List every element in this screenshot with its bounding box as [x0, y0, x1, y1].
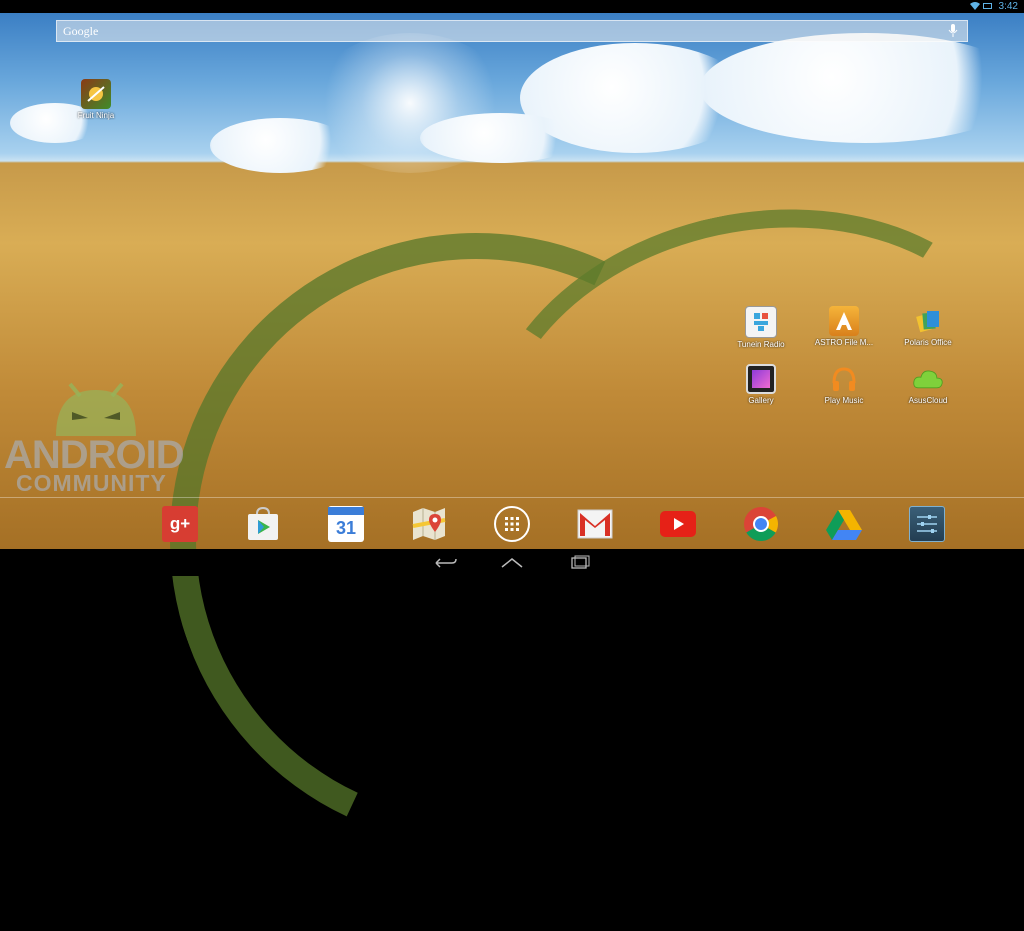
dock-divider	[0, 497, 1024, 498]
chrome-icon[interactable]	[743, 506, 779, 542]
tunein-radio-icon	[745, 306, 777, 338]
cloud	[210, 118, 350, 173]
cloud	[700, 33, 1024, 143]
recents-icon[interactable]	[566, 555, 594, 571]
apps-grid-icon	[505, 517, 519, 531]
search-label: Google	[63, 24, 99, 38]
wifi-icon	[970, 2, 980, 10]
desktop-app-polaris[interactable]: Polaris Office	[893, 306, 963, 347]
mic-icon[interactable]	[947, 24, 959, 38]
fruit-ninja-icon	[81, 79, 111, 109]
battery-icon	[983, 3, 992, 9]
polaris-office-icon	[913, 306, 943, 336]
watermark: ANDROID COMMUNITY	[0, 378, 200, 496]
gmail-icon[interactable]	[577, 506, 613, 542]
back-icon[interactable]	[430, 555, 458, 571]
play-store-icon[interactable]	[245, 506, 281, 542]
desktop-app-label: ASTRO File M...	[814, 338, 874, 347]
all-apps-icon[interactable]	[494, 506, 530, 542]
home-icon[interactable]	[498, 555, 526, 571]
desktop-app-label: Tunein Radio	[737, 340, 785, 349]
desktop-app-play-music[interactable]: Play Music	[809, 364, 879, 405]
settings-icon[interactable]	[909, 506, 945, 542]
desktop-app-fruit-ninja[interactable]: Fruit Ninja	[61, 79, 131, 120]
navigation-bar	[0, 549, 1024, 576]
youtube-icon[interactable]	[660, 506, 696, 542]
calendar-icon[interactable]: 31	[328, 506, 364, 542]
asuscloud-icon	[913, 364, 943, 394]
desktop-app-gallery[interactable]: Gallery	[726, 364, 796, 405]
desktop-app-label: Fruit Ninja	[77, 111, 115, 120]
gallery-icon	[746, 364, 776, 394]
desktop-app-tunein[interactable]: Tunein Radio	[726, 306, 796, 349]
desktop-app-label: Polaris Office	[904, 338, 952, 347]
calendar-header	[328, 507, 364, 515]
astro-file-manager-icon	[829, 306, 859, 336]
drive-icon[interactable]	[826, 506, 862, 542]
desktop-app-label: AsusCloud	[908, 396, 948, 405]
maps-icon[interactable]	[411, 506, 447, 542]
clock: 3:42	[998, 1, 1018, 12]
desktop-app-asuscloud[interactable]: AsusCloud	[893, 364, 963, 405]
desktop-app-label: Gallery	[748, 396, 774, 405]
google-search-bar[interactable]: Google	[56, 20, 968, 42]
status-bar: 3:42	[0, 0, 1024, 13]
play-music-icon	[829, 364, 859, 394]
android-robot-icon	[56, 382, 136, 436]
calendar-date: 31	[335, 518, 357, 538]
cloud	[420, 113, 580, 163]
watermark-line2: COMMUNITY	[16, 470, 167, 496]
google-plus-icon[interactable]: g+	[162, 506, 198, 542]
desktop-app-label: Play Music	[824, 396, 864, 405]
desktop-app-astro[interactable]: ASTRO File M...	[809, 306, 879, 347]
google-plus-glyph: g+	[169, 514, 191, 533]
